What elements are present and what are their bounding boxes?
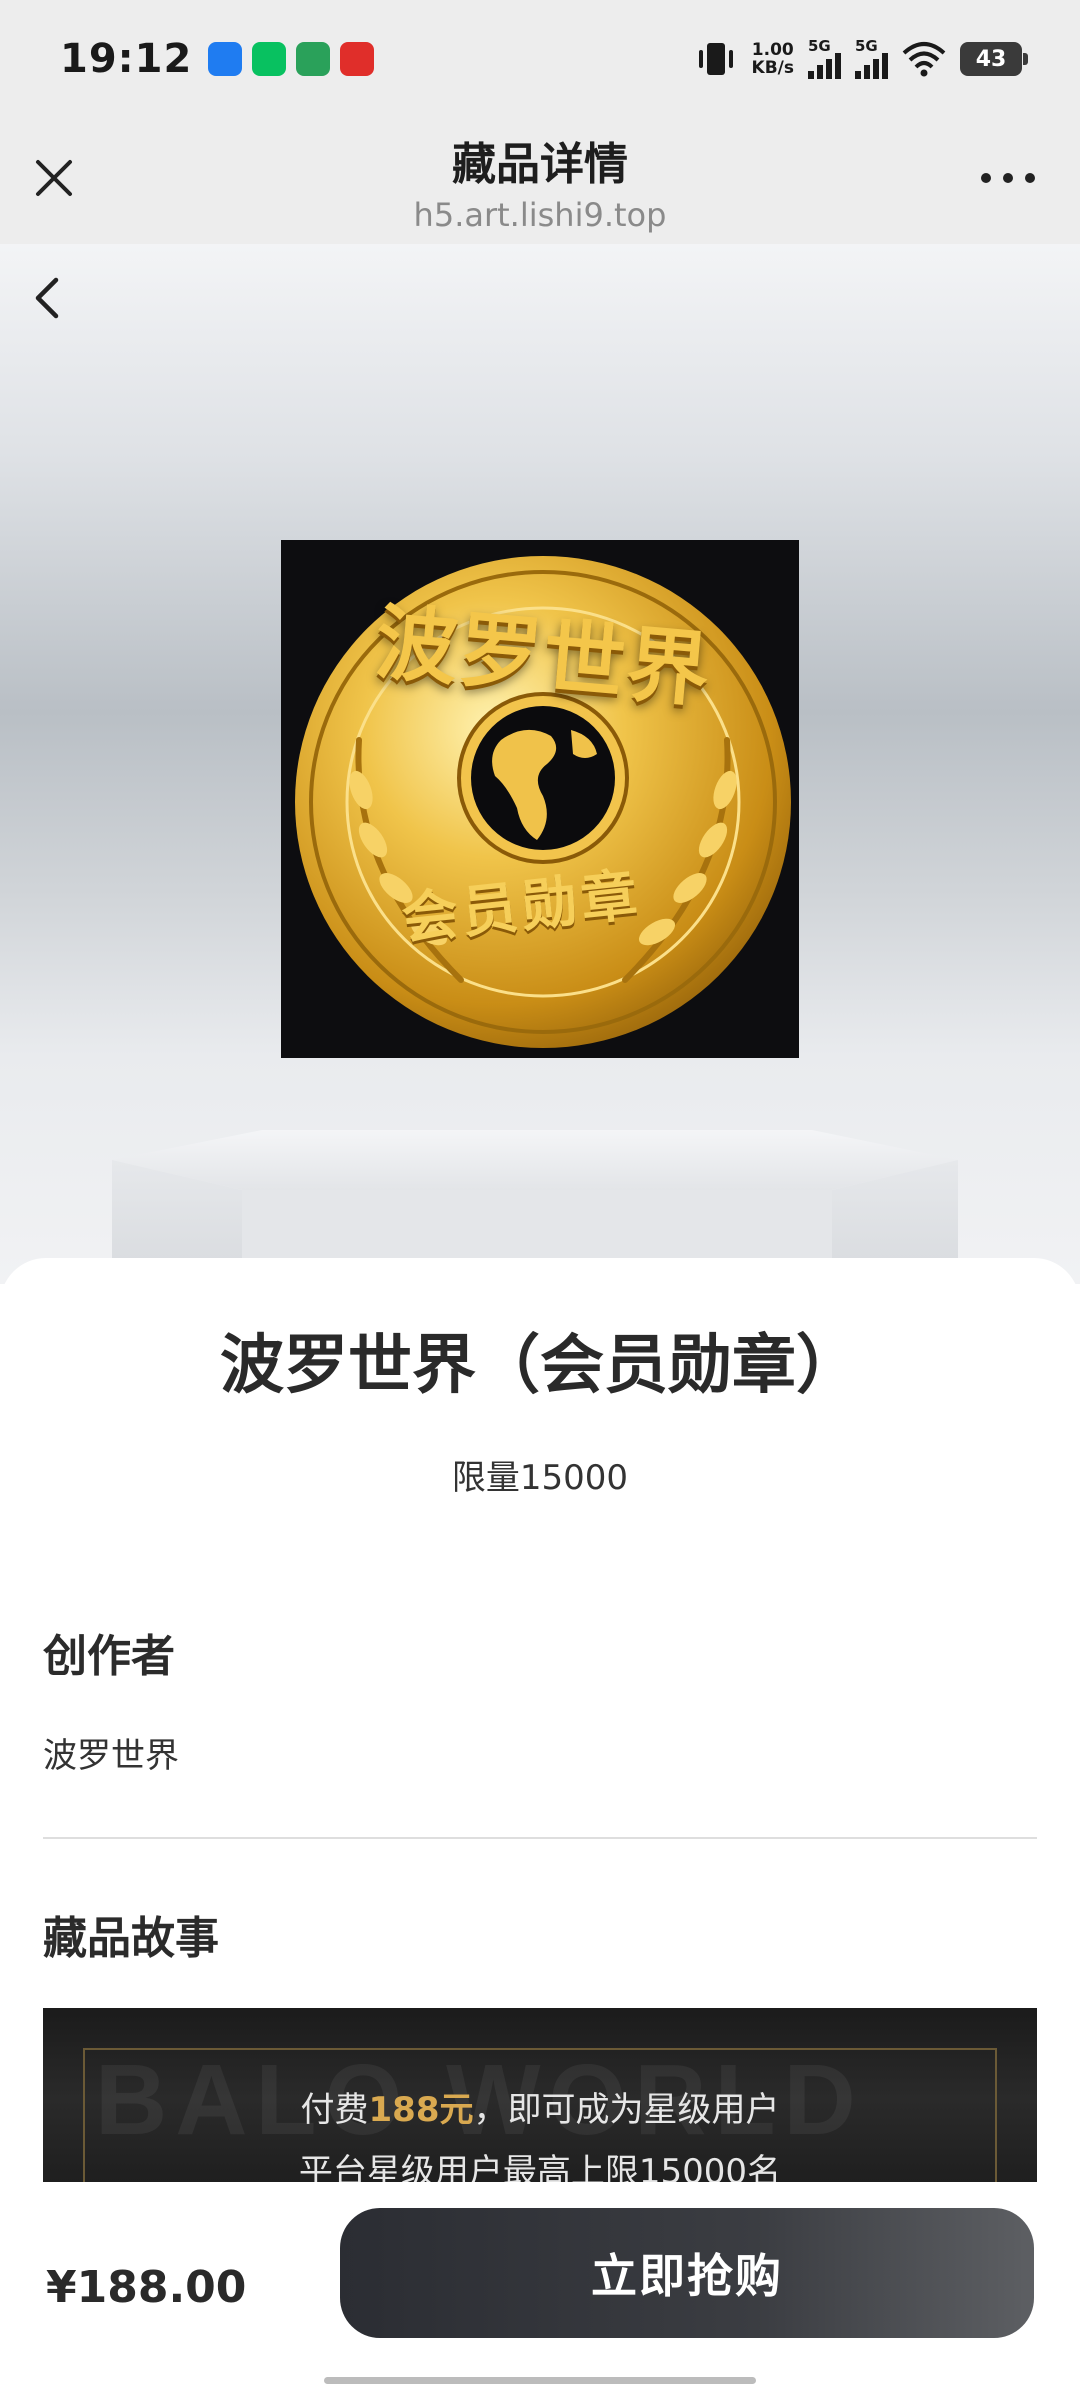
- story-line-1-prefix: 付费: [300, 2090, 369, 2130]
- battery-icon: 43: [960, 42, 1028, 76]
- story-banner: BALO WORLD 付费188元，即可成为星级用户 平台星级用户最高上限150…: [43, 2008, 1037, 2190]
- story-line-1-suffix: ，即可成为星级用户: [473, 2090, 780, 2130]
- signal-2-label: 5G: [855, 37, 878, 55]
- signal-bars-icon: [808, 53, 841, 79]
- status-time: 19:12: [60, 36, 193, 82]
- divider: [43, 1837, 1037, 1839]
- status-bar: 19:12 1.00 KB/s 5G 5G 43: [0, 0, 1080, 118]
- signal-1-label: 5G: [808, 37, 831, 55]
- title-block: 藏品详情 h5.art.lishi9.top: [0, 128, 1080, 234]
- edition-limit: 限量15000: [451, 1458, 629, 1498]
- product-name: 波罗世界（会员勋章）: [220, 1329, 860, 1403]
- story-price-highlight: 188元: [368, 2090, 474, 2130]
- signal-1: 5G: [808, 39, 841, 79]
- page-title: 藏品详情: [452, 139, 628, 190]
- browser-title-bar: 藏品详情 h5.art.lishi9.top: [0, 118, 1080, 244]
- vibrate-icon: [698, 43, 733, 75]
- page-url: h5.art.lishi9.top: [413, 196, 667, 234]
- wifi-icon: [902, 42, 946, 77]
- notification-icons: [208, 42, 375, 76]
- story-heading: 藏品故事: [43, 1913, 219, 1964]
- wechat-icon: [252, 42, 287, 76]
- net-speed-value: 1.00: [751, 40, 794, 60]
- signal-bars-icon: [855, 53, 888, 79]
- creator-heading: 创作者: [43, 1631, 175, 1682]
- net-speed: 1.00 KB/s: [752, 41, 794, 77]
- story-line-1: 付费188元，即可成为星级用户: [43, 2082, 1037, 2131]
- home-indicator[interactable]: [324, 2377, 756, 2384]
- back-icon[interactable]: [24, 274, 72, 322]
- hero-showcase: 波罗世界 会员勋章: [0, 244, 1080, 1284]
- bank-icon: [296, 42, 331, 76]
- more-options-icon[interactable]: [978, 166, 1038, 190]
- signal-2: 5G: [855, 39, 888, 79]
- purchase-bar: ¥188.00 立即抢购: [0, 2182, 1080, 2388]
- buy-now-button[interactable]: 立即抢购: [340, 2208, 1034, 2338]
- pay-icon: [340, 42, 375, 76]
- creator-name: 波罗世界: [43, 1736, 179, 1776]
- nft-medal-image[interactable]: 波罗世界 会员勋章: [281, 540, 799, 1058]
- dingtalk-icon: [208, 42, 243, 76]
- net-speed-unit: KB/s: [751, 58, 794, 78]
- battery-level: 43: [975, 46, 1007, 72]
- price: ¥188.00: [46, 2262, 247, 2313]
